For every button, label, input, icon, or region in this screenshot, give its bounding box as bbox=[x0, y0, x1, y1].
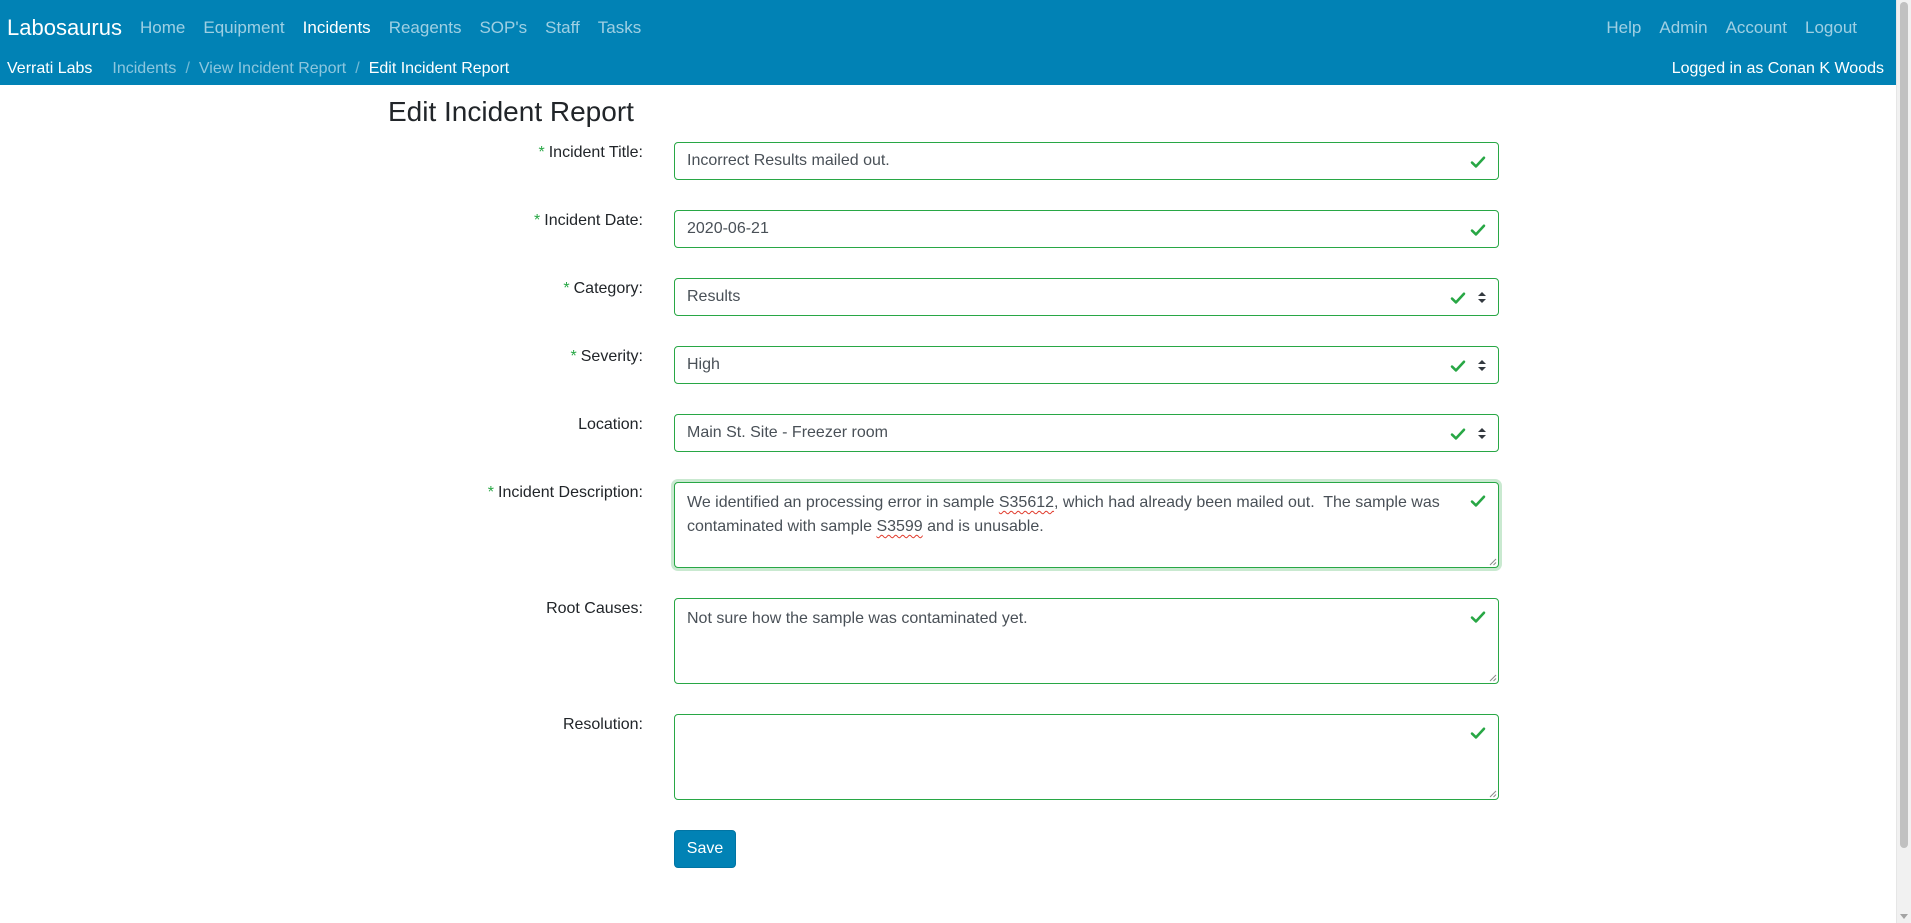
chevron-up-down-icon bbox=[1478, 292, 1486, 303]
severity-label: * Severity: bbox=[571, 348, 643, 366]
severity-label-text: Severity: bbox=[580, 348, 643, 365]
check-icon bbox=[1470, 495, 1486, 507]
breadcrumb-separator: / bbox=[185, 60, 190, 77]
root-causes-value: Not sure how the sample was contaminated… bbox=[687, 610, 1028, 627]
required-marker: * bbox=[563, 280, 570, 297]
location-value: Main St. Site - Freezer room bbox=[687, 424, 888, 441]
breadcrumb-incidents[interactable]: Incidents bbox=[112, 60, 176, 78]
category-label-text: Category: bbox=[573, 280, 643, 297]
resize-grip-icon[interactable] bbox=[1489, 790, 1497, 798]
root-causes-label: Root Causes: bbox=[546, 600, 643, 617]
incident-date-label-text: Incident Date: bbox=[544, 212, 643, 229]
check-icon bbox=[1450, 360, 1466, 372]
brand-logo[interactable]: Labosaurus bbox=[7, 15, 122, 41]
top-navbar: Labosaurus Home Equipment Incidents Reag… bbox=[0, 0, 1896, 56]
resize-grip-icon[interactable] bbox=[1489, 558, 1497, 566]
nav-staff[interactable]: Staff bbox=[536, 18, 589, 38]
check-icon bbox=[1470, 156, 1486, 168]
category-value: Results bbox=[687, 288, 741, 305]
description-sample-id: S35612 bbox=[998, 494, 1055, 511]
logged-in-user: Logged in as Conan K Woods bbox=[1671, 60, 1884, 77]
breadcrumb-edit-incident-report: Edit Incident Report bbox=[368, 60, 510, 77]
page-title: Edit Incident Report bbox=[388, 96, 634, 127]
chevron-up-down-icon bbox=[1478, 428, 1486, 439]
incident-title-input[interactable]: Incorrect Results mailed out. bbox=[674, 142, 1499, 180]
scroll-down-arrow-icon[interactable] bbox=[1900, 914, 1908, 919]
required-marker: * bbox=[538, 144, 545, 161]
root-causes-textarea[interactable]: Not sure how the sample was contaminated… bbox=[674, 598, 1499, 684]
chevron-up-down-icon bbox=[1478, 360, 1486, 371]
breadcrumb-view-incident-report[interactable]: View Incident Report bbox=[199, 60, 346, 78]
breadcrumb-separator: / bbox=[355, 60, 360, 77]
location-label: Location: bbox=[578, 416, 643, 433]
breadcrumb-bar: Verrati Labs Incidents / View Incident R… bbox=[0, 56, 1896, 85]
incident-title-value: Incorrect Results mailed out. bbox=[687, 152, 890, 169]
description-text: We identified an processing error in sam… bbox=[687, 494, 999, 511]
nav-logout[interactable]: Logout bbox=[1796, 18, 1866, 38]
required-marker: * bbox=[487, 484, 495, 501]
incident-date-input[interactable]: 2020-06-21 bbox=[674, 210, 1499, 248]
incident-description-value: We identified an processing error in sam… bbox=[687, 491, 1447, 539]
category-label: * Category: bbox=[563, 280, 643, 298]
page-scrollbar[interactable] bbox=[1896, 0, 1911, 923]
check-icon bbox=[1450, 292, 1466, 304]
incident-description-label: * Incident Description: bbox=[488, 484, 643, 502]
resize-grip-icon[interactable] bbox=[1489, 674, 1497, 682]
severity-select[interactable]: High bbox=[674, 346, 1499, 384]
category-select[interactable]: Results bbox=[674, 278, 1499, 316]
check-icon bbox=[1470, 224, 1486, 236]
nav-admin[interactable]: Admin bbox=[1650, 18, 1716, 38]
nav-incidents[interactable]: Incidents bbox=[294, 18, 380, 38]
nav-home[interactable]: Home bbox=[131, 18, 194, 38]
main-nav: Home Equipment Incidents Reagents SOP's … bbox=[131, 0, 650, 56]
nav-tasks[interactable]: Tasks bbox=[589, 18, 650, 38]
incident-title-label-text: Incident Title: bbox=[548, 144, 643, 161]
required-marker: * bbox=[570, 348, 577, 365]
nav-sops[interactable]: SOP's bbox=[470, 18, 536, 38]
app: Labosaurus Home Equipment Incidents Reag… bbox=[0, 0, 1911, 923]
resolution-label: Resolution: bbox=[562, 716, 643, 733]
user-nav: Help Admin Account Logout bbox=[1597, 0, 1866, 56]
breadcrumb: Verrati Labs Incidents / View Incident R… bbox=[7, 56, 509, 82]
incident-title-label: * Incident Title: bbox=[538, 144, 643, 162]
nav-help[interactable]: Help bbox=[1597, 18, 1650, 38]
location-select[interactable]: Main St. Site - Freezer room bbox=[674, 414, 1499, 452]
resolution-textarea[interactable] bbox=[674, 714, 1499, 800]
save-button[interactable]: Save bbox=[674, 830, 736, 868]
required-marker: * bbox=[534, 212, 541, 229]
incident-description-textarea[interactable]: We identified an processing error in sam… bbox=[674, 482, 1499, 568]
scrollbar-thumb[interactable] bbox=[1900, 2, 1908, 848]
incident-description-label-text: Incident Description: bbox=[498, 484, 643, 501]
site-name-link[interactable]: Verrati Labs bbox=[7, 60, 92, 78]
incident-date-label: * Incident Date: bbox=[534, 212, 643, 230]
incident-date-value: 2020-06-21 bbox=[687, 220, 769, 237]
severity-value: High bbox=[687, 356, 720, 373]
description-sample-id: S3599 bbox=[876, 518, 923, 535]
check-icon bbox=[1470, 727, 1486, 739]
check-icon bbox=[1450, 428, 1466, 440]
nav-equipment[interactable]: Equipment bbox=[194, 18, 293, 38]
description-text: and is unusable. bbox=[922, 518, 1044, 535]
nav-account[interactable]: Account bbox=[1717, 18, 1796, 38]
check-icon bbox=[1470, 611, 1486, 623]
nav-reagents[interactable]: Reagents bbox=[380, 18, 471, 38]
